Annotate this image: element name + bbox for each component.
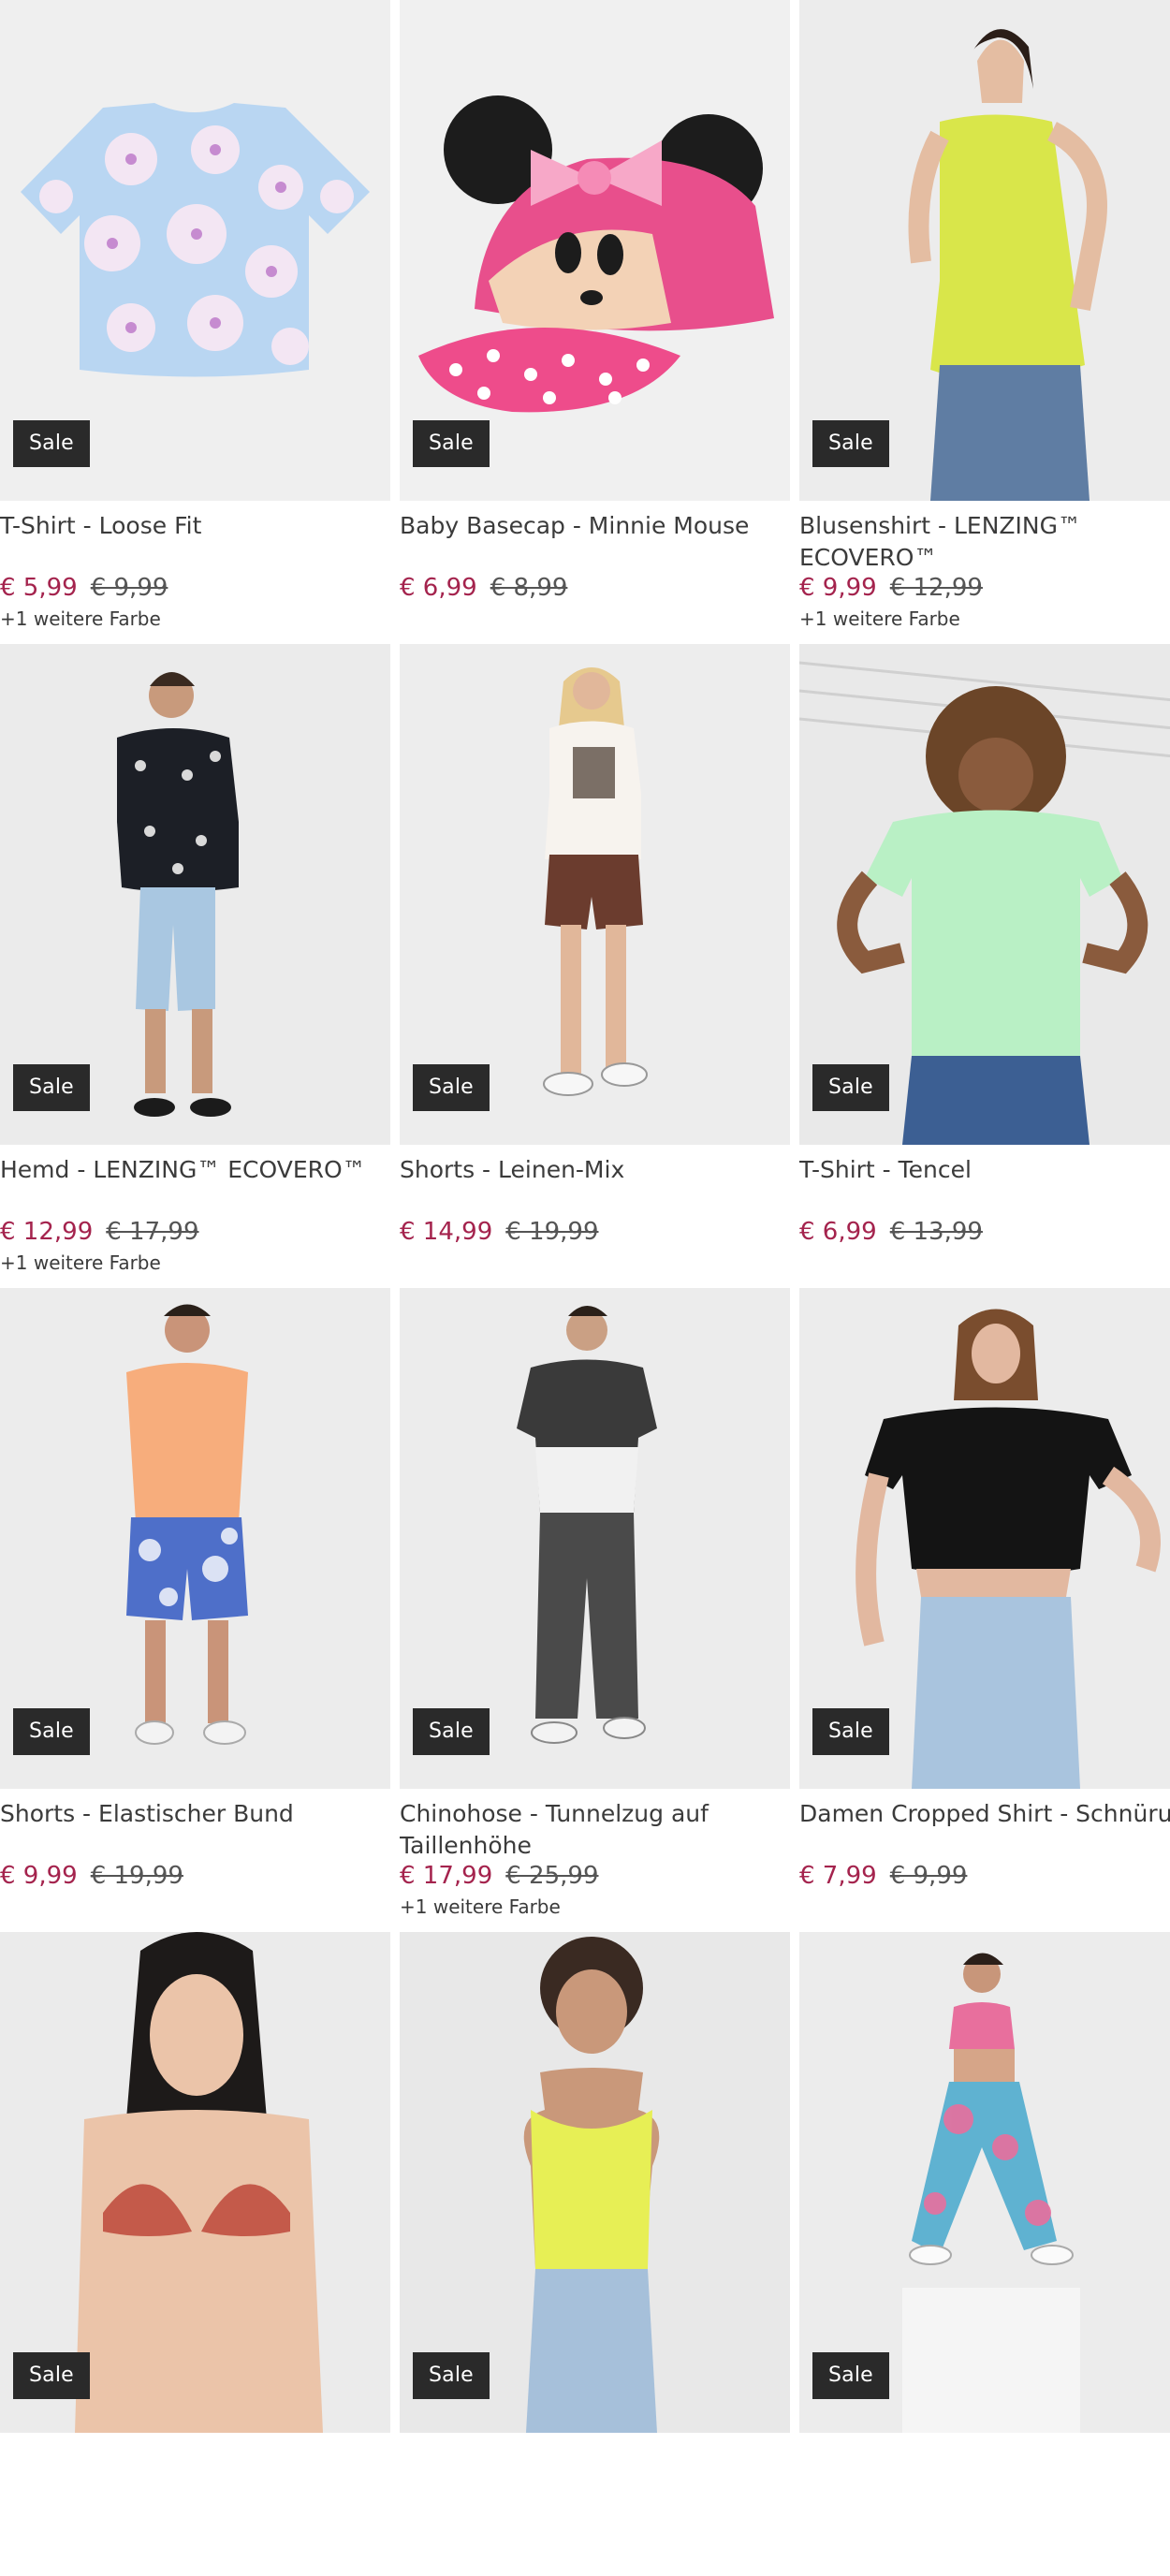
product-image-bandana-shirt[interactable]: Sale <box>0 644 390 1145</box>
more-colors[interactable]: +1 weitere Farbe <box>799 607 1170 630</box>
original-price: € 13,99 <box>889 1218 983 1246</box>
product-name[interactable]: Damen Cropped Shirt - Schnürung <box>799 1798 1170 1862</box>
original-price: € 9,99 <box>90 574 168 602</box>
product-card[interactable]: Sale Baby Basecap - Minnie Mouse € 6,99 … <box>400 0 790 644</box>
sale-price: € 12,99 <box>0 1218 94 1246</box>
product-image-red-bikini[interactable]: Sale <box>0 1932 390 2433</box>
product-image-linen-shorts[interactable]: Sale <box>400 644 790 1145</box>
price-row: € 9,99 € 19,99 <box>0 1862 390 1890</box>
original-price: € 17,99 <box>106 1218 199 1246</box>
price-row: € 6,99 € 8,99 <box>400 574 790 602</box>
sale-price: € 9,99 <box>799 574 877 602</box>
product-grid: Sale T-Shirt - Loose Fit € 5,99 € 9,99 +… <box>0 0 1170 2576</box>
product-card[interactable]: Sale T-Shirt - Tencel € 6,99 € 13,99 <box>799 644 1170 1288</box>
original-price: € 9,99 <box>889 1862 968 1890</box>
product-card[interactable]: Sale Shorts - Elastischer Bund € 9,99 € … <box>0 1288 390 1932</box>
sale-badge: Sale <box>812 1064 889 1111</box>
product-card[interactable]: Sale Hemd - LENZING™ ECOVERO™ € 12,99 € … <box>0 644 390 1288</box>
product-card[interactable]: Sale Chinohose - Tunnelzug auf Taillenhö… <box>400 1288 790 1932</box>
product-card[interactable]: Sale T-Shirt - Loose Fit € 5,99 € 9,99 +… <box>0 0 390 644</box>
sale-badge: Sale <box>812 2352 889 2399</box>
more-colors[interactable]: +1 weitere Farbe <box>0 1251 390 1274</box>
price-row: € 9,99 € 12,99 <box>799 574 1170 602</box>
product-name[interactable]: Hemd - LENZING™ ECOVERO™ <box>0 1154 390 1218</box>
product-card[interactable]: Sale Shorts - Leinen-Mix € 14,99 € 19,99 <box>400 644 790 1288</box>
sale-badge: Sale <box>13 1064 90 1111</box>
product-name[interactable]: Blusenshirt - LENZING™ ECOVERO™ <box>799 510 1170 574</box>
price-row: € 12,99 € 17,99 <box>0 1218 390 1246</box>
product-card[interactable]: Sale <box>0 1932 390 2576</box>
price-row: € 17,99 € 25,99 <box>400 1862 790 1890</box>
product-name[interactable]: T-Shirt - Tencel <box>799 1154 1170 1218</box>
product-name[interactable]: Baby Basecap - Minnie Mouse <box>400 510 790 574</box>
sale-price: € 7,99 <box>799 1862 877 1890</box>
price-row: € 5,99 € 9,99 <box>0 574 390 602</box>
price-row: € 14,99 € 19,99 <box>400 1218 790 1246</box>
sale-price: € 9,99 <box>0 1862 78 1890</box>
sale-price: € 6,99 <box>799 1218 877 1246</box>
sale-price: € 5,99 <box>0 574 78 602</box>
original-price: € 25,99 <box>505 1862 599 1890</box>
original-price: € 8,99 <box>490 574 568 602</box>
product-image-floral-tshirt[interactable]: Sale <box>0 0 390 501</box>
product-image-black-crop-top[interactable]: Sale <box>799 1288 1170 1789</box>
product-image-minnie-cap[interactable]: Sale <box>400 0 790 501</box>
sale-badge: Sale <box>413 1708 490 1755</box>
original-price: € 12,99 <box>889 574 983 602</box>
sale-badge: Sale <box>812 1708 889 1755</box>
product-card[interactable]: Sale <box>400 1932 790 2576</box>
product-image-tie-dye-shorts[interactable]: Sale <box>0 1288 390 1789</box>
more-colors[interactable]: +1 weitere Farbe <box>0 607 390 630</box>
product-image-lime-blouse[interactable]: Sale <box>799 0 1170 501</box>
price-row: € 7,99 € 9,99 <box>799 1862 1170 1890</box>
price-row: € 6,99 € 13,99 <box>799 1218 1170 1246</box>
sale-badge: Sale <box>13 2352 90 2399</box>
product-image-sports-set[interactable]: Sale <box>799 1932 1170 2433</box>
sale-price: € 6,99 <box>400 574 477 602</box>
product-card[interactable]: Sale Damen Cropped Shirt - Schnürung € 7… <box>799 1288 1170 1932</box>
sale-badge: Sale <box>812 420 889 467</box>
sale-badge: Sale <box>413 1064 490 1111</box>
sale-badge: Sale <box>413 2352 490 2399</box>
sale-price: € 14,99 <box>400 1218 493 1246</box>
product-name[interactable]: Shorts - Leinen-Mix <box>400 1154 790 1218</box>
original-price: € 19,99 <box>90 1862 183 1890</box>
product-card[interactable]: Sale <box>799 1932 1170 2576</box>
sale-price: € 17,99 <box>400 1862 493 1890</box>
product-image-yellow-tank[interactable]: Sale <box>400 1932 790 2433</box>
more-colors[interactable]: +1 weitere Farbe <box>400 1895 790 1918</box>
sale-badge: Sale <box>13 1708 90 1755</box>
product-card[interactable]: Sale Blusenshirt - LENZING™ ECOVERO™ € 9… <box>799 0 1170 644</box>
sale-badge: Sale <box>413 420 490 467</box>
product-name[interactable]: Shorts - Elastischer Bund <box>0 1798 390 1862</box>
product-image-mint-tshirt[interactable]: Sale <box>799 644 1170 1145</box>
sale-badge: Sale <box>13 420 90 467</box>
original-price: € 19,99 <box>505 1218 599 1246</box>
product-name[interactable]: T-Shirt - Loose Fit <box>0 510 390 574</box>
product-name[interactable]: Chinohose - Tunnelzug auf Taillenhöhe <box>400 1798 790 1862</box>
product-image-chino-pants[interactable]: Sale <box>400 1288 790 1789</box>
